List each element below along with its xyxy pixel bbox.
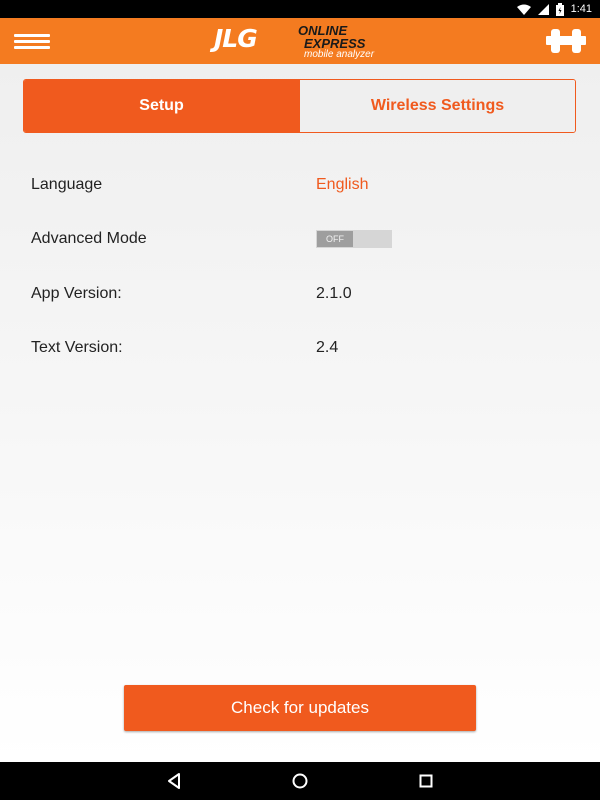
text-version-value: 2.4 (316, 339, 339, 356)
advanced-mode-toggle[interactable]: OFF (316, 230, 392, 248)
app-version-value: 2.1.0 (316, 285, 352, 302)
home-icon[interactable] (289, 770, 311, 792)
toggle-knob: OFF (317, 231, 353, 247)
advanced-mode-row: Advanced Mode OFF (31, 227, 392, 251)
battery-icon (555, 2, 564, 16)
check-for-updates-button[interactable]: Check for updates (124, 685, 476, 731)
system-nav-bar (0, 762, 600, 800)
wifi-icon (516, 4, 531, 15)
language-label: Language (31, 176, 103, 193)
app-version-row: App Version: 2.1.0 (31, 282, 352, 306)
app-version-label: App Version: (31, 285, 122, 302)
app-bar: JLG ONLINE EXPRESS mobile analyzer (0, 18, 600, 64)
app-logo: JLG ONLINE EXPRESS mobile analyzer (212, 22, 392, 62)
cell-signal-icon (537, 3, 549, 15)
advanced-mode-label: Advanced Mode (31, 230, 147, 247)
recents-icon[interactable] (415, 770, 437, 792)
connector-icon[interactable] (546, 27, 586, 55)
text-version-label: Text Version: (31, 339, 123, 356)
tab-bar: Setup Wireless Settings (23, 79, 576, 133)
status-bar: 1:41 (0, 0, 600, 18)
back-icon[interactable] (163, 770, 185, 792)
tab-wireless-settings[interactable]: Wireless Settings (300, 80, 575, 132)
logo-brand: JLG (214, 24, 258, 53)
logo-tagline: mobile analyzer (304, 49, 375, 60)
status-time: 1:41 (570, 3, 592, 15)
tab-setup[interactable]: Setup (24, 80, 300, 132)
hamburger-menu-icon[interactable] (14, 29, 54, 53)
language-value[interactable]: English (316, 176, 368, 194)
setup-content: Setup Wireless Settings Language English… (0, 64, 600, 762)
text-version-row: Text Version: 2.4 (31, 336, 338, 360)
language-row: Language English (31, 173, 368, 197)
